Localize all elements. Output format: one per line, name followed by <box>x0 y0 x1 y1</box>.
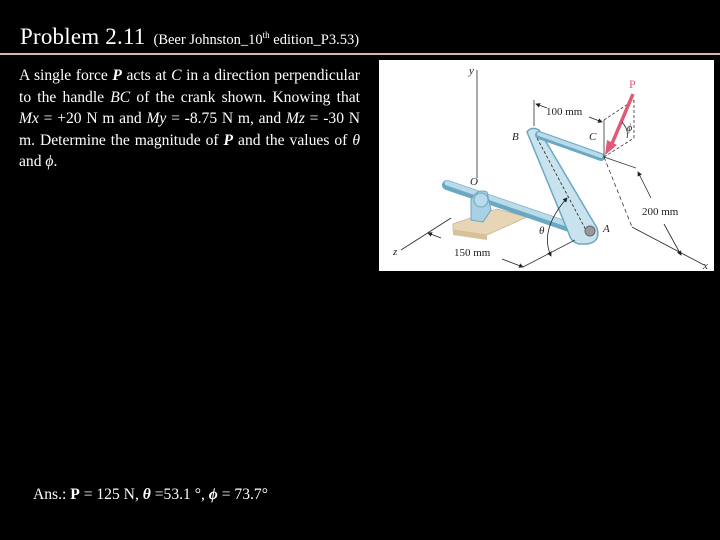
dim-arrow <box>427 232 442 239</box>
answer-theta-value: =53.1 °, <box>150 486 209 503</box>
construction-line <box>603 156 633 228</box>
x-axis-line <box>631 226 705 266</box>
problem-statement: A single force P acts at C in a directio… <box>19 65 360 173</box>
force-arrow-head <box>605 140 617 155</box>
problem-text-segment: acts at <box>121 67 172 84</box>
problem-text-segment: C <box>171 67 182 84</box>
dimension-bc: 100 mm <box>546 106 583 118</box>
dimension-extension <box>603 156 637 169</box>
point-c-label: C <box>589 131 597 143</box>
point-a-label: A <box>602 223 610 235</box>
force-arrow-shaft <box>609 93 635 147</box>
answer-p-value: = 125 N, <box>79 486 143 503</box>
answer-p-label: P <box>70 486 80 503</box>
dimension-oa: 150 mm <box>454 247 491 259</box>
bearing-cap <box>473 192 489 208</box>
source-prefix: (Beer Johnston_10 <box>153 32 263 48</box>
theta-label: θ <box>539 225 545 237</box>
answer-prefix: Ans.: <box>33 486 71 503</box>
force-label: P <box>629 77 636 91</box>
answer-line: Ans.: P = 125 N, θ =53.1 °, ϕ = 73.7° <box>33 486 268 504</box>
slide-title: Problem 2.11 (Beer Johnston_10th edition… <box>20 24 359 50</box>
crank-diagram: y x z O B C A 100 mm 200 mm 150 mm θ P ϕ <box>392 65 708 271</box>
dim-arrow <box>501 258 524 268</box>
origin-label: O <box>470 176 478 188</box>
x-axis-label: x <box>702 260 708 271</box>
problem-text-segment: Mz <box>285 110 305 127</box>
problem-text-segment: ϕ <box>45 153 54 170</box>
title-divider <box>0 53 720 55</box>
answer-phi-value: = 73.7° <box>217 486 268 503</box>
source-suffix: edition_P3.53) <box>269 32 360 48</box>
dimension-extension <box>522 239 576 268</box>
dimension-ab: 200 mm <box>642 206 679 218</box>
crank-figure: y x z O B C A 100 mm 200 mm 150 mm θ P ϕ <box>379 60 714 271</box>
problem-text-segment: P <box>223 131 234 149</box>
phi-label: ϕ <box>627 123 632 134</box>
problem-text-segment: Mx <box>19 110 39 127</box>
problem-text-segment: θ <box>352 131 360 149</box>
problem-number: Problem 2.11 <box>20 24 146 49</box>
z-axis-line <box>400 217 452 251</box>
problem-text-segment: and the values of <box>233 131 353 149</box>
dim-arrow <box>588 116 603 123</box>
z-axis-label: z <box>392 246 398 258</box>
problem-text-segment: and <box>19 153 46 170</box>
point-b-label: B <box>512 131 519 143</box>
answer-phi-label: ϕ <box>208 486 218 503</box>
problem-text-segment: . <box>53 153 58 170</box>
dim-arrow <box>663 223 682 256</box>
source-superscript: th <box>262 30 270 40</box>
answer-theta-label: θ <box>142 486 151 503</box>
problem-text-segment: A single force <box>19 67 113 84</box>
problem-text-segment: of the crank shown. Knowing that <box>130 88 360 106</box>
problem-text-segment: BC <box>110 88 131 106</box>
problem-text-segment: My <box>146 110 167 127</box>
problem-source: (Beer Johnston_10th edition_P3.53) <box>153 30 360 48</box>
problem-text-segment: P <box>112 67 122 84</box>
y-axis-label: y <box>468 65 474 77</box>
pin-a <box>584 225 596 237</box>
problem-text-segment: = -8.75 N m, and <box>166 110 286 127</box>
dim-arrow <box>637 171 652 199</box>
problem-text-segment: = +20 N m and <box>38 110 147 127</box>
